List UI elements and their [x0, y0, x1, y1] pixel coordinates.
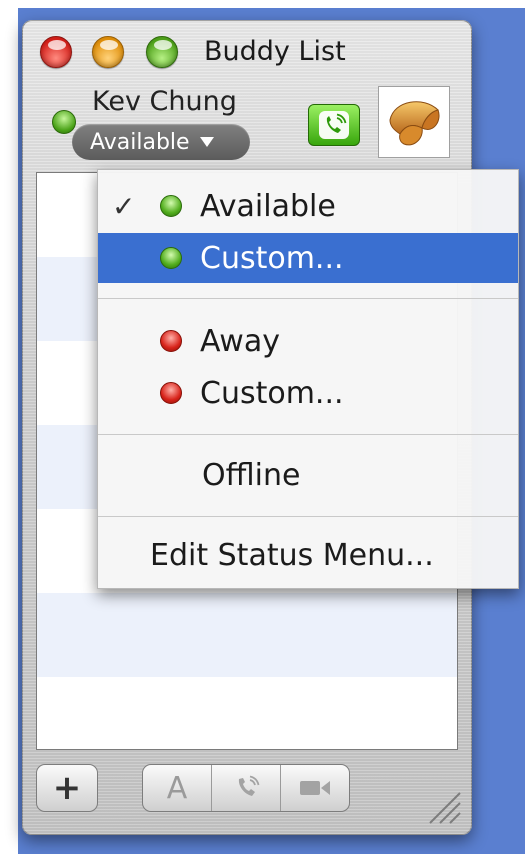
menu-separator	[98, 298, 518, 299]
phone-icon	[319, 111, 349, 139]
menu-item-label: Custom...	[200, 240, 344, 276]
status-popup-button[interactable]: Available	[72, 124, 250, 160]
checkmark-icon: ✓	[112, 189, 136, 223]
audio-chat-button[interactable]	[308, 104, 360, 146]
green-status-icon	[160, 247, 182, 269]
buddy-picture[interactable]	[378, 86, 450, 158]
status-popup-label: Available	[90, 129, 190, 155]
red-status-icon	[160, 382, 182, 404]
video-chat-button[interactable]	[281, 765, 349, 811]
close-button[interactable]	[40, 36, 72, 68]
phone-icon	[238, 775, 260, 796]
video-camera-icon	[300, 781, 330, 795]
desktop-edge-left	[0, 0, 18, 854]
resize-grip-icon[interactable]	[424, 787, 462, 825]
status-menu: ✓ Available Custom... Away Custom... Off…	[97, 169, 519, 589]
menu-item-label: Offline	[202, 457, 301, 493]
user-name: Kev Chung	[92, 86, 237, 117]
chat-actions-segmented-control: A	[142, 764, 350, 812]
menu-item-offline[interactable]: Offline	[98, 450, 518, 500]
menu-item-custom-available[interactable]: Custom...	[98, 233, 518, 283]
red-status-icon	[160, 330, 182, 352]
zoom-button[interactable]	[146, 36, 178, 68]
add-buddy-button[interactable]: +	[36, 764, 98, 812]
menu-item-custom-away[interactable]: Custom...	[98, 368, 518, 418]
triangle-down-icon	[199, 137, 214, 147]
menu-item-label: Custom...	[200, 375, 344, 411]
fortune-cookie-icon	[389, 101, 440, 146]
status-indicator-icon	[52, 110, 76, 134]
menu-separator	[98, 516, 518, 517]
menu-item-label: Edit Status Menu...	[150, 537, 434, 573]
audio-chat-toolbar-button[interactable]	[212, 765, 281, 811]
menu-item-away[interactable]: Away	[98, 316, 518, 366]
plus-icon: +	[52, 768, 82, 808]
menu-item-label: Away	[200, 323, 280, 359]
list-row	[37, 677, 457, 749]
text-chat-icon: A	[166, 770, 188, 806]
text-chat-button[interactable]: A	[143, 765, 212, 811]
menu-separator	[98, 434, 518, 435]
list-row	[37, 593, 457, 677]
menu-item-edit-status-menu[interactable]: Edit Status Menu...	[98, 530, 518, 580]
menu-item-available[interactable]: ✓ Available	[98, 181, 518, 231]
green-status-icon	[160, 195, 182, 217]
minimize-button[interactable]	[92, 36, 124, 68]
desktop-edge-top	[0, 0, 525, 8]
window-title: Buddy List	[204, 36, 346, 67]
menu-item-label: Available	[200, 188, 336, 224]
